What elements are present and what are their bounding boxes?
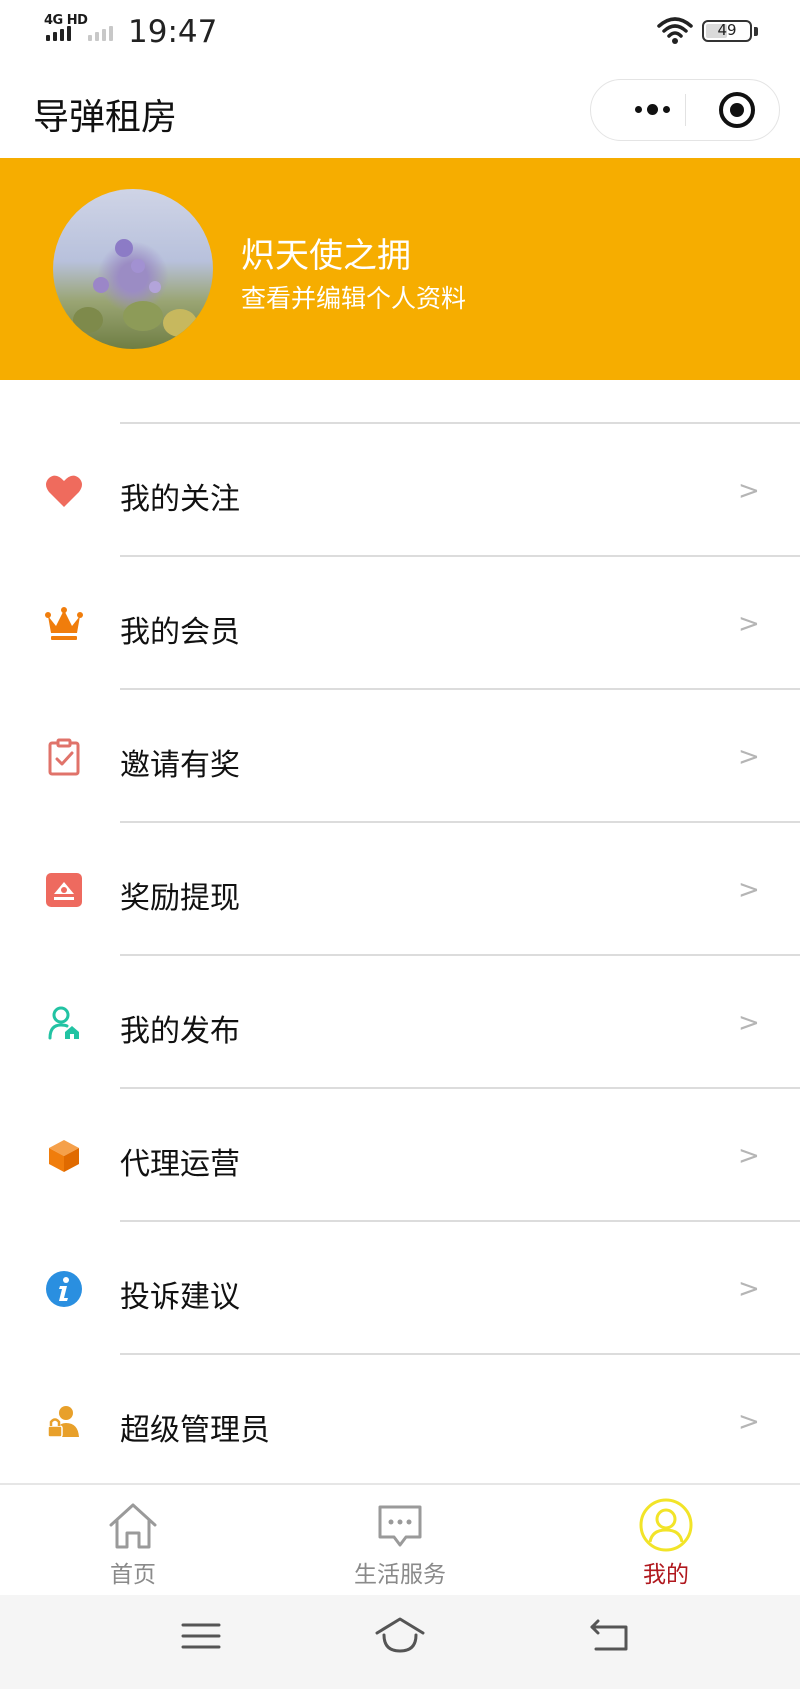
admin-lock-icon — [44, 1402, 84, 1442]
chevron-right-icon: > — [738, 609, 760, 639]
nav-bar: 导弹租房 — [0, 64, 800, 158]
user-name: 炽天使之拥 — [241, 236, 411, 276]
user-home-icon — [44, 1003, 84, 1043]
more-button[interactable] — [619, 80, 685, 139]
clipboard-check-icon — [44, 737, 84, 777]
signal-icon — [46, 26, 71, 41]
menu-item-label: 投诉建议 — [120, 1280, 240, 1315]
heart-icon — [44, 471, 84, 511]
more-dot-icon — [646, 104, 658, 115]
menu-item-agent[interactable]: 代理运营 > — [0, 1089, 800, 1222]
status-bar: 4G HD 19:47 49 — [0, 0, 800, 64]
tab-mine[interactable]: 我的 — [576, 1485, 756, 1597]
menu-item-membership[interactable]: 我的会员 > — [0, 557, 800, 690]
chevron-right-icon: > — [738, 476, 760, 506]
menu-item-publish[interactable]: 我的发布 > — [0, 956, 800, 1089]
menu-item-feedback[interactable]: 投诉建议 > — [0, 1222, 800, 1355]
more-dot-icon — [634, 106, 642, 113]
tab-label: 我的 — [643, 1562, 689, 1588]
close-miniprogram-button[interactable] — [719, 92, 755, 128]
menu-item-follow[interactable]: 我的关注 > — [0, 424, 800, 557]
tab-home[interactable]: 首页 — [43, 1485, 223, 1597]
capsule-divider — [685, 94, 686, 126]
home-nav-icon[interactable] — [374, 1615, 426, 1657]
crown-icon — [44, 604, 84, 644]
back-icon[interactable] — [588, 1615, 634, 1657]
wifi-icon — [657, 17, 693, 44]
menu-item-withdraw[interactable]: 奖励提现 > — [0, 823, 800, 956]
page-title: 导弹租房 — [33, 97, 178, 138]
user-icon — [639, 1498, 693, 1552]
edit-profile-link[interactable]: 查看并编辑个人资料 — [241, 279, 466, 315]
menu-item-admin[interactable]: 超级管理员 > — [0, 1355, 800, 1488]
chevron-right-icon: > — [738, 1274, 760, 1304]
chevron-right-icon: > — [738, 1008, 760, 1038]
chat-icon — [378, 1505, 422, 1547]
profile-banner[interactable]: 炽天使之拥 查看并编辑个人资料 — [0, 158, 800, 380]
chevron-right-icon: > — [738, 1141, 760, 1171]
chevron-right-icon: > — [738, 742, 760, 772]
menu-item-label: 我的会员 — [120, 615, 240, 650]
menu-item-label: 邀请有奖 — [120, 748, 240, 783]
chevron-right-icon: > — [738, 1407, 760, 1437]
avatar[interactable] — [53, 189, 213, 349]
menu-item-invite[interactable]: 邀请有奖 > — [0, 690, 800, 823]
menu-item-label: 代理运营 — [120, 1147, 240, 1182]
battery-icon: 49 — [702, 20, 752, 42]
system-navigation-bar — [0, 1595, 800, 1689]
tab-bar: 首页 生活服务 我的 — [0, 1483, 800, 1597]
menu-item-label: 我的关注 — [120, 482, 240, 517]
home-icon — [109, 1503, 157, 1549]
chevron-right-icon: > — [738, 875, 760, 905]
battery-cap — [754, 27, 758, 36]
more-dot-icon — [662, 106, 670, 113]
menu-item-label: 我的发布 — [120, 1014, 240, 1049]
menu-item-label: 奖励提现 — [120, 881, 240, 916]
menu-icon[interactable] — [180, 1615, 222, 1657]
clock: 19:47 — [128, 14, 218, 50]
menu-item-label: 超级管理员 — [120, 1413, 270, 1448]
tab-label: 生活服务 — [354, 1562, 446, 1588]
signal-2-icon — [88, 26, 113, 41]
cube-icon — [44, 1136, 84, 1176]
info-icon — [44, 1269, 84, 1309]
tab-label: 首页 — [110, 1562, 156, 1588]
battery-level: 49 — [717, 21, 737, 39]
withdraw-icon — [44, 870, 84, 910]
tab-life-services[interactable]: 生活服务 — [310, 1485, 490, 1597]
miniprogram-capsule — [590, 79, 780, 141]
